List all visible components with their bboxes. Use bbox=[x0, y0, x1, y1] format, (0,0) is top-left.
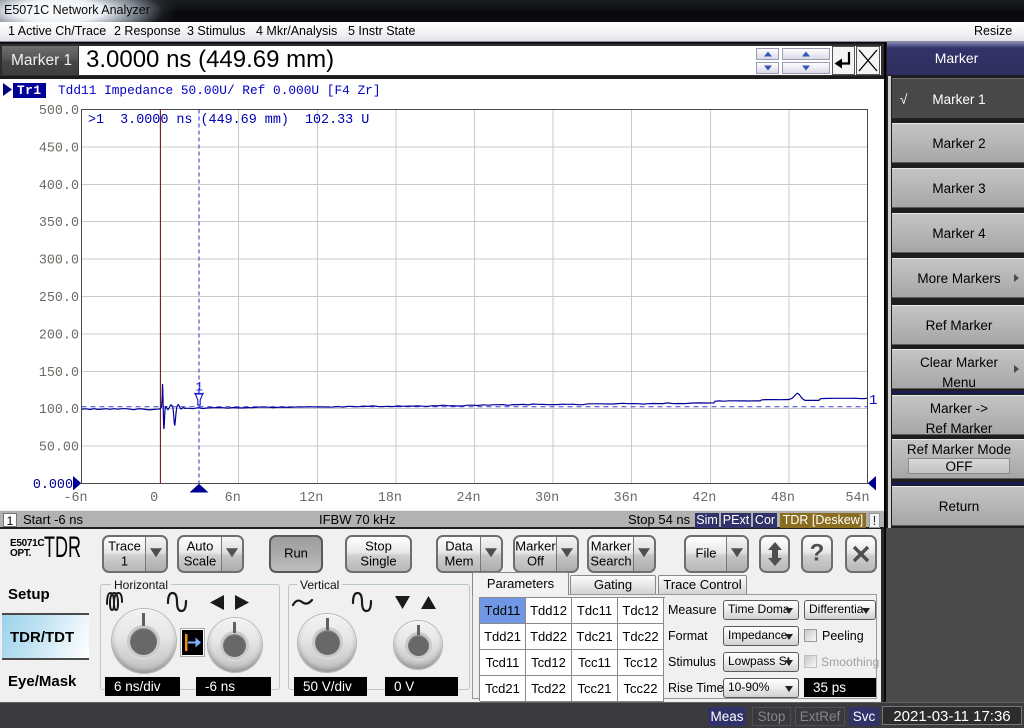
svg-text:1: 1 bbox=[869, 393, 877, 409]
svg-text:50.00: 50.00 bbox=[39, 441, 79, 456]
svg-text:24n: 24n bbox=[456, 491, 480, 506]
svg-text:12n: 12n bbox=[299, 491, 323, 506]
svg-text:>1 3.0000 ns (449.69 mm) 102: >1 3.0000 ns (449.69 mm) 102.33 U bbox=[88, 113, 369, 128]
svg-text:300.0: 300.0 bbox=[39, 254, 79, 269]
svg-text:200.0: 200.0 bbox=[39, 328, 79, 343]
svg-text:48n: 48n bbox=[771, 491, 795, 506]
svg-text:0: 0 bbox=[150, 491, 158, 506]
svg-text:100.0: 100.0 bbox=[39, 403, 79, 418]
svg-text:250.0: 250.0 bbox=[39, 291, 79, 306]
svg-text:54n: 54n bbox=[845, 491, 869, 506]
svg-text:36n: 36n bbox=[614, 491, 638, 506]
svg-text:400.0: 400.0 bbox=[39, 179, 79, 194]
svg-text:450.0: 450.0 bbox=[39, 141, 79, 156]
svg-text:150.0: 150.0 bbox=[39, 366, 79, 381]
svg-text:30n: 30n bbox=[535, 491, 559, 506]
svg-text:350.0: 350.0 bbox=[39, 216, 79, 231]
svg-text:6n: 6n bbox=[225, 491, 241, 506]
svg-text:42n: 42n bbox=[692, 491, 716, 506]
svg-text:1: 1 bbox=[196, 381, 204, 395]
svg-text:-6n: -6n bbox=[63, 491, 87, 506]
svg-text:18n: 18n bbox=[378, 491, 402, 506]
svg-text:500.0: 500.0 bbox=[39, 104, 79, 119]
